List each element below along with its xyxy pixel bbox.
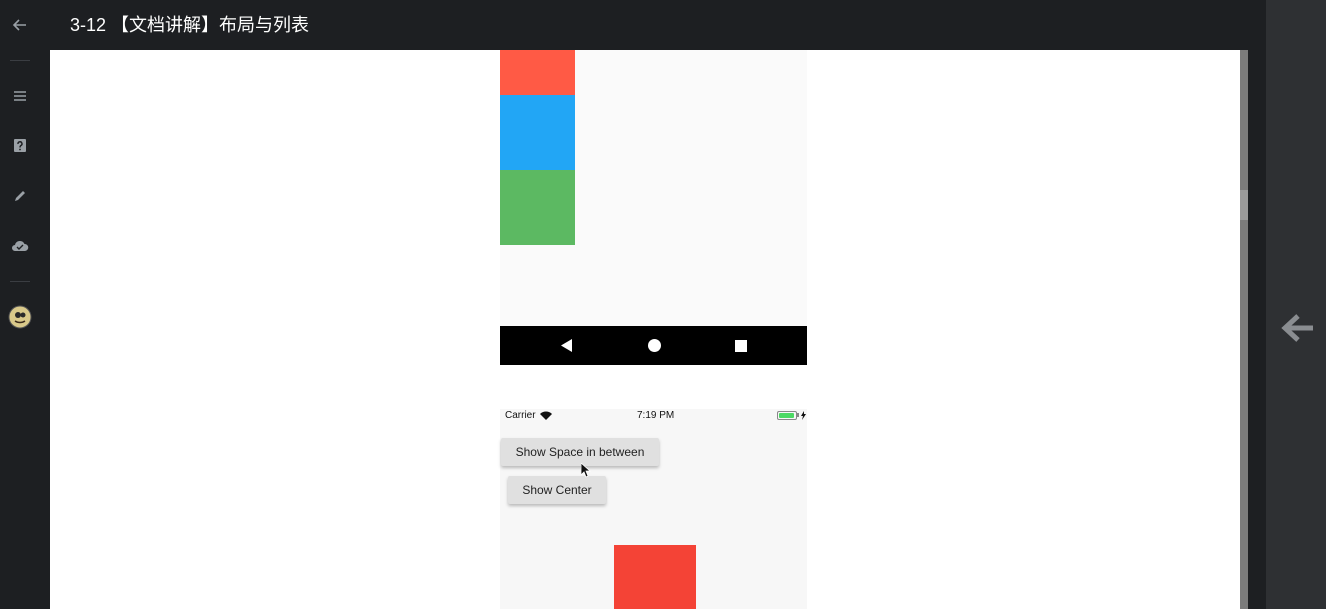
rail-divider xyxy=(10,281,30,282)
battery-cap xyxy=(797,413,799,417)
edit-icon[interactable] xyxy=(0,176,40,216)
scrollbar-thumb[interactable] xyxy=(1240,50,1248,609)
show-space-between-button[interactable]: Show Space in between xyxy=(501,438,659,466)
show-center-button[interactable]: Show Center xyxy=(508,476,606,504)
green-box xyxy=(500,170,575,245)
nav-back-icon xyxy=(552,326,582,365)
android-nav-bar xyxy=(500,326,807,365)
header-bar: 3-12 【文档讲解】布局与列表 xyxy=(50,0,1256,50)
cloud-icon[interactable] xyxy=(0,226,40,266)
status-time: 7:19 PM xyxy=(637,410,675,421)
android-screenshot xyxy=(500,50,807,326)
rail-divider xyxy=(10,60,30,61)
left-rail xyxy=(0,0,40,609)
page-title: 3-12 【文档讲解】布局与列表 xyxy=(70,15,310,35)
scrollbar-marker xyxy=(1240,190,1248,220)
red-box xyxy=(500,50,575,95)
red-square xyxy=(614,545,696,609)
ios-status-bar: Carrier 7:19 PM xyxy=(500,409,807,423)
wifi-icon xyxy=(539,411,552,420)
carrier-label: Carrier xyxy=(505,410,536,421)
expand-arrow-icon[interactable] xyxy=(1280,308,1316,348)
back-icon[interactable] xyxy=(0,5,40,45)
charging-icon xyxy=(801,411,806,420)
avatar[interactable] xyxy=(0,297,40,337)
help-icon[interactable] xyxy=(0,126,40,166)
ios-screenshot: Carrier 7:19 PM Show Space in between Sh… xyxy=(500,409,807,609)
battery-icon xyxy=(777,411,797,420)
right-side-panel xyxy=(1266,0,1326,609)
mouse-cursor-icon xyxy=(580,462,592,483)
nav-recents-icon xyxy=(726,326,756,365)
nav-home-icon xyxy=(639,326,669,365)
menu-icon[interactable] xyxy=(0,76,40,116)
document-content: Carrier 7:19 PM Show Space in between Sh… xyxy=(50,50,1240,609)
blue-box xyxy=(500,95,575,170)
